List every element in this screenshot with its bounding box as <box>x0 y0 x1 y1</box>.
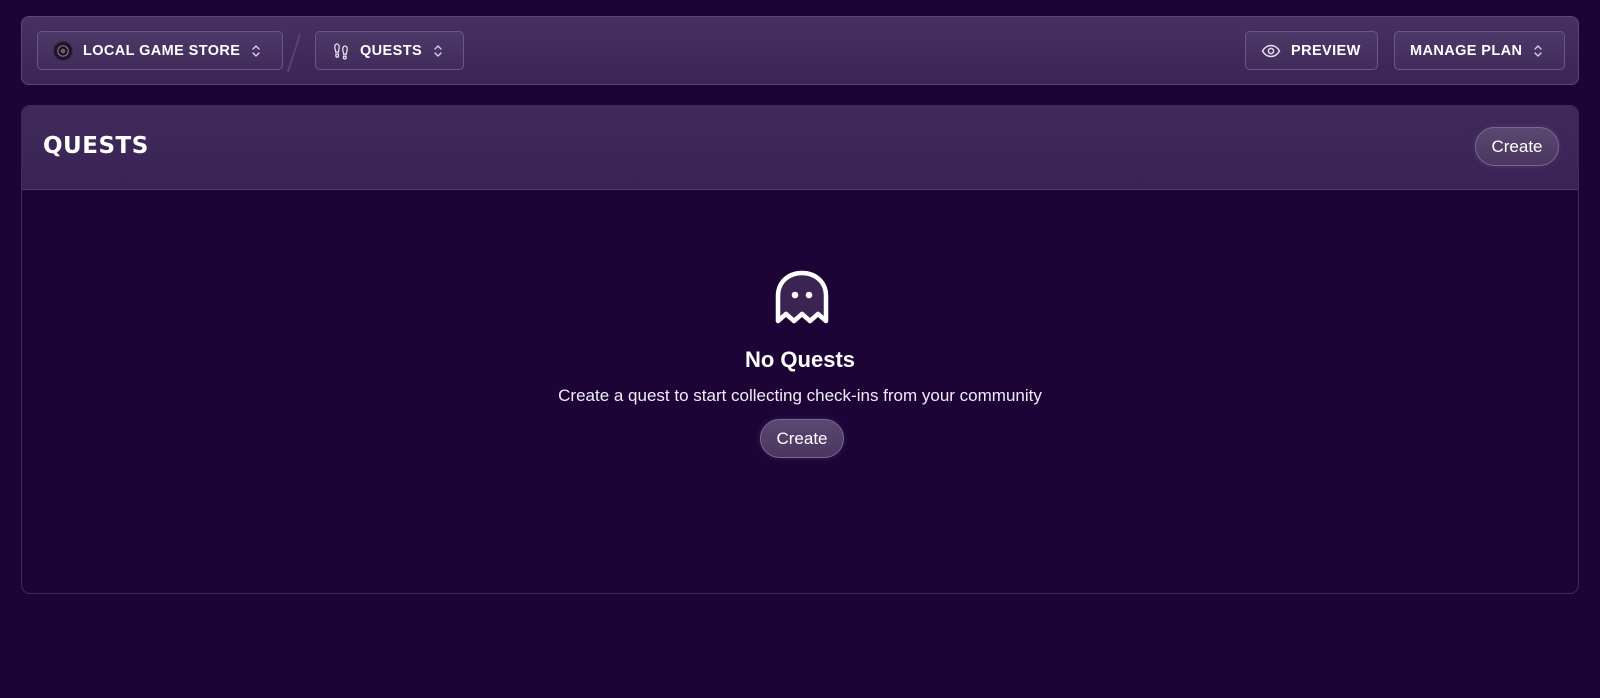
page-title: QUESTS <box>43 133 149 159</box>
top-navigation-bar: LOCAL GAME STORE QUESTS PREVIEW MANAGE P… <box>21 16 1579 85</box>
panel-header: QUESTS Create <box>22 106 1578 190</box>
ghost-icon <box>775 270 829 324</box>
quests-panel: QUESTS Create No Quests Create a quest t… <box>21 105 1579 594</box>
empty-state-title: No Quests <box>744 347 856 372</box>
eye-icon <box>1261 44 1281 57</box>
empty-state: No Quests Create a quest to start collec… <box>22 190 1578 593</box>
preview-button[interactable]: PREVIEW <box>1245 31 1378 70</box>
store-logo <box>53 40 73 61</box>
chevron-up-down-icon <box>434 44 442 57</box>
empty-state-create-button[interactable]: Create <box>760 419 844 458</box>
footprints-icon <box>334 42 348 60</box>
breadcrumb-separator <box>286 34 302 72</box>
chevron-up-down-icon <box>252 44 261 57</box>
manage-plan-label: MANAGE PLAN <box>1410 42 1523 59</box>
section-selector-label: QUESTS <box>360 42 423 59</box>
manage-plan-dropdown[interactable]: MANAGE PLAN <box>1394 31 1565 70</box>
section-selector[interactable]: QUESTS <box>315 31 464 70</box>
chevron-up-down-icon <box>1534 44 1543 57</box>
store-selector-label: LOCAL GAME STORE <box>83 42 241 59</box>
create-quest-button[interactable]: Create <box>1475 127 1559 166</box>
preview-button-label: PREVIEW <box>1291 42 1361 59</box>
store-selector[interactable]: LOCAL GAME STORE <box>37 31 283 70</box>
empty-state-description: Create a quest to start collecting check… <box>558 386 1042 405</box>
